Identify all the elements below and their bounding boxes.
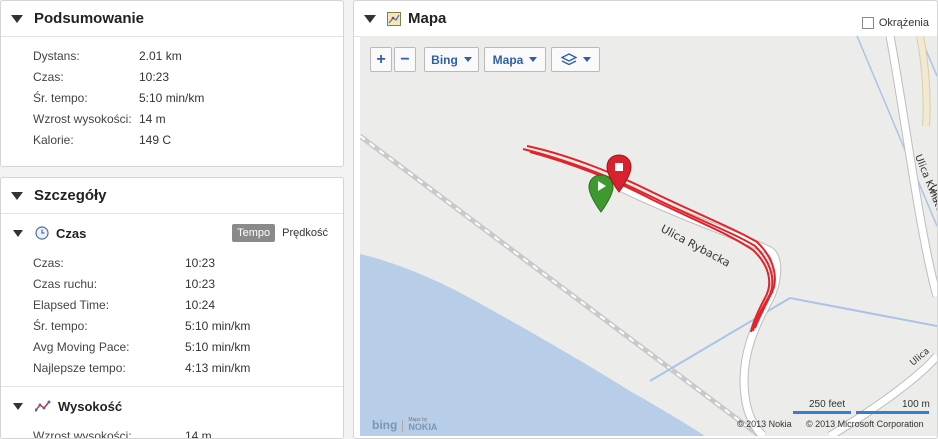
row-value: 149 C xyxy=(139,133,171,147)
summary-header[interactable]: Podsumowanie xyxy=(1,1,343,37)
bing-logo: bing xyxy=(372,418,397,432)
time-row: Avg Moving Pace:5:10 min/km xyxy=(1,336,343,357)
layers-icon xyxy=(561,53,577,67)
finish-marker-icon[interactable] xyxy=(606,154,632,194)
layers-dropdown[interactable] xyxy=(551,47,600,72)
scale-meter-label: 100 m xyxy=(902,399,930,410)
row-value: 10:23 xyxy=(185,277,215,291)
time-list: Czas:10:23 Czas ruchu:10:23 Elapsed Time… xyxy=(1,252,343,378)
details-panel: Szczegóły Czas Tempo Prędkość Czas:10:23… xyxy=(0,177,344,439)
summary-row-elevation: Wzrost wysokości:14 m xyxy=(1,108,343,129)
zoom-out-button[interactable]: − xyxy=(394,47,416,72)
speed-toggle-button[interactable]: Prędkość xyxy=(275,224,331,242)
row-value: 10:24 xyxy=(185,298,215,312)
nokia-logo: NOKIA xyxy=(408,423,437,432)
copyright-nokia: © 2013 Nokia xyxy=(737,419,792,429)
map-title: Mapa xyxy=(408,10,446,27)
elevation-section-title: Wysokość xyxy=(58,399,122,414)
summary-panel: Podsumowanie Dystans:2.01 km Czas:10:23 … xyxy=(0,0,344,167)
row-value: 5:10 min/km xyxy=(185,319,250,333)
row-label: Kalorie: xyxy=(33,133,139,147)
details-title: Szczegóły xyxy=(34,187,107,204)
map-background: Ulica Rybacka Ulica Kwiatowa Ulica Skarp… xyxy=(360,36,937,436)
row-label: Wzrost wysokości: xyxy=(33,429,185,439)
elevation-chart-icon xyxy=(35,399,51,413)
row-value: 5:10 min/km xyxy=(185,340,250,354)
nokia-logo-wrapper: Maps by NOKIA xyxy=(408,418,437,432)
details-header[interactable]: Szczegóły xyxy=(1,178,343,214)
row-label: Wzrost wysokości: xyxy=(33,112,139,126)
chevron-down-icon xyxy=(464,57,472,62)
row-value: 10:23 xyxy=(185,256,215,270)
laps-checkbox[interactable] xyxy=(862,17,874,29)
laps-checkbox-wrapper[interactable]: Okrążenia xyxy=(862,17,929,29)
summary-row-calories: Kalorie:149 C xyxy=(1,129,343,150)
collapse-triangle-icon[interactable] xyxy=(11,192,23,200)
time-row: Elapsed Time:10:24 xyxy=(1,294,343,315)
collapse-triangle-icon[interactable] xyxy=(364,15,376,23)
row-label: Śr. tempo: xyxy=(33,91,139,105)
row-label: Elapsed Time: xyxy=(33,298,185,312)
row-label: Śr. tempo: xyxy=(33,319,185,333)
time-row: Śr. tempo:5:10 min/km xyxy=(1,315,343,336)
time-row: Czas:10:23 xyxy=(1,252,343,273)
row-label: Avg Moving Pace: xyxy=(33,340,185,354)
collapse-triangle-icon[interactable] xyxy=(13,403,23,410)
row-value: 14 m xyxy=(185,429,212,439)
map-type-label: Mapa xyxy=(493,53,524,67)
row-value: 14 m xyxy=(139,112,166,126)
row-value: 2.01 km xyxy=(139,49,182,63)
summary-row-pace: Śr. tempo:5:10 min/km xyxy=(1,87,343,108)
collapse-triangle-icon[interactable] xyxy=(13,230,23,237)
row-label: Dystans: xyxy=(33,49,139,63)
row-value: 4:13 min/km xyxy=(185,361,250,375)
row-value: 10:23 xyxy=(139,70,169,84)
map-type-dropdown[interactable]: Mapa xyxy=(484,47,546,72)
map-provider-dropdown[interactable]: Bing xyxy=(424,47,479,72)
time-row: Czas ruchu:10:23 xyxy=(1,273,343,294)
row-value: 5:10 min/km xyxy=(139,91,204,105)
chevron-down-icon xyxy=(529,57,537,62)
map-header[interactable]: Mapa Okrążenia xyxy=(354,1,937,37)
scale-bar-meter xyxy=(856,411,929,414)
laps-label: Okrążenia xyxy=(879,17,929,29)
tempo-toggle-button[interactable]: Tempo xyxy=(232,224,275,242)
summary-row-time: Czas:10:23 xyxy=(1,66,343,87)
scale-bar-feet xyxy=(793,411,851,414)
time-row: Najlepsze tempo:4:13 min/km xyxy=(1,357,343,378)
row-label: Czas: xyxy=(33,256,185,270)
provider-label: Bing xyxy=(431,53,458,67)
map-logo: bing Maps by NOKIA xyxy=(372,418,437,432)
scale-feet-label: 250 feet xyxy=(809,399,845,410)
logo-divider xyxy=(402,420,403,432)
chevron-down-icon xyxy=(583,57,591,62)
time-section-header[interactable]: Czas Tempo Prędkość xyxy=(1,214,343,252)
zoom-in-button[interactable]: + xyxy=(370,47,392,72)
clock-icon xyxy=(35,226,49,240)
collapse-triangle-icon[interactable] xyxy=(11,15,23,23)
elevation-section-header[interactable]: Wysokość xyxy=(1,387,343,425)
map-icon xyxy=(387,12,401,26)
time-section-title: Czas xyxy=(56,226,86,241)
row-label: Czas ruchu: xyxy=(33,277,185,291)
row-label: Najlepsze tempo: xyxy=(33,361,185,375)
copyright-microsoft: © 2013 Microsoft Corporation xyxy=(806,419,924,429)
summary-row-distance: Dystans:2.01 km xyxy=(1,45,343,66)
summary-list: Dystans:2.01 km Czas:10:23 Śr. tempo:5:1… xyxy=(1,37,343,150)
row-label: Czas: xyxy=(33,70,139,84)
map-canvas[interactable]: Ulica Rybacka Ulica Kwiatowa Ulica Skarp… xyxy=(360,36,937,436)
pace-speed-toggle: Tempo Prędkość xyxy=(232,224,331,242)
summary-title: Podsumowanie xyxy=(34,10,144,27)
